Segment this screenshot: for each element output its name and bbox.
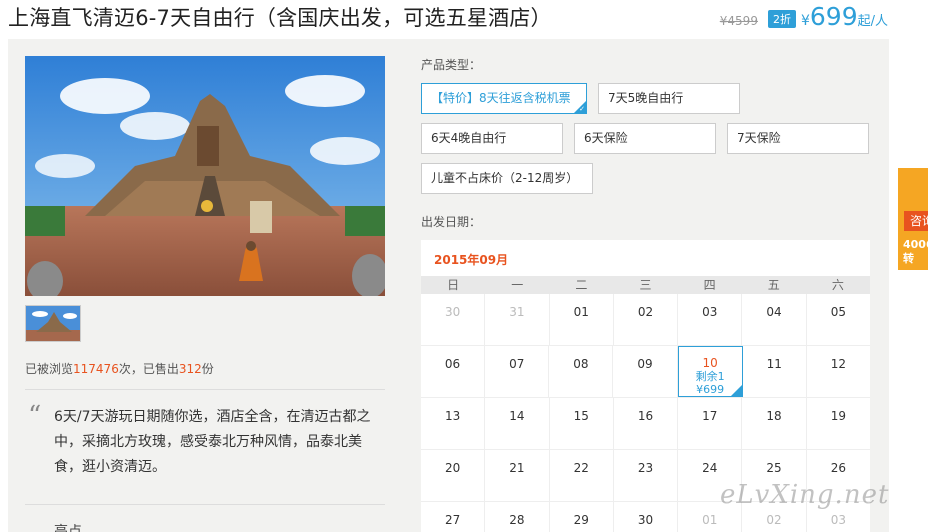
weekday-header: 日 一 二 三 四 五 六 — [421, 276, 870, 294]
selected-day-number: 10 — [702, 356, 718, 370]
calendar-day: 01 — [550, 294, 614, 345]
weekday-wed: 三 — [639, 278, 652, 292]
calendar-day: 12 — [830, 357, 847, 371]
stats-mid: 次，已售出 — [118, 362, 179, 376]
weekday-mon: 一 — [511, 278, 524, 292]
view-sales-stats: 已被浏览117476次，已售出312份 — [25, 360, 214, 377]
price-unit: 起/人 — [857, 14, 888, 29]
calendar-week: 06 07 08 09 10 剩余1 ¥699 11 12 — [421, 346, 870, 398]
calendar-day: 15 — [550, 398, 614, 449]
thumbnail-image[interactable] — [25, 305, 81, 342]
weekday-sat: 六 — [831, 278, 844, 292]
phone-number: 4006 — [903, 238, 928, 251]
calendar-day: 17 — [678, 398, 743, 449]
remaining-seats: 剩余1 — [695, 370, 725, 383]
divider — [25, 389, 385, 390]
highlights-heading: 亮点 — [54, 524, 82, 532]
view-count: 117476 — [73, 362, 119, 376]
currency-symbol: ¥ — [800, 13, 810, 29]
calendar-day: 20 — [421, 450, 486, 501]
product-option-7d5n[interactable]: 7天5晚自由行 — [598, 83, 740, 114]
calendar-day: 30 — [614, 502, 679, 532]
option-label: 【特价】8天往返含税机票 — [431, 91, 571, 105]
calendar-day: 19 — [830, 409, 846, 423]
calendar-month: 2015年09月 — [434, 253, 509, 267]
calendar-day: 14 — [485, 398, 550, 449]
calendar-day: 13 — [421, 398, 486, 449]
original-price: ¥4599 — [719, 14, 758, 28]
product-option-special-flight[interactable]: 【特价】8天往返含税机票 ✓ — [421, 83, 587, 114]
product-description: 6天/7天游玩日期随你选，酒店全含，在清迈古都之中，采摘北方玫瑰，感受泰北万种风… — [54, 409, 371, 475]
price-box: ¥4599 2折 ¥ 699 起/人 — [720, 2, 888, 31]
stats-prefix: 已被浏览 — [25, 362, 74, 376]
consult-button[interactable]: 咨询 — [904, 211, 928, 231]
weekday-sun: 日 — [447, 278, 460, 292]
calendar-day: 07 — [485, 346, 550, 397]
quote-icon: “ — [28, 401, 42, 431]
discount-badge: 2折 — [767, 10, 796, 28]
stats-suffix: 份 — [201, 362, 214, 376]
calendar-day: 06 — [421, 346, 486, 397]
phone-ext: 转 — [903, 252, 914, 265]
calendar-day: 22 — [550, 450, 614, 501]
calendar-day-selected[interactable]: 10 剩余1 ¥699 — [677, 346, 743, 397]
calendar-day: 08 — [549, 346, 614, 397]
calendar-day: 21 — [485, 450, 550, 501]
product-option-child[interactable]: 儿童不占床价（2-12周岁） — [421, 163, 593, 194]
calendar-day: 16 — [614, 398, 679, 449]
weekday-fri: 五 — [767, 278, 780, 292]
day-price: ¥699 — [696, 383, 725, 396]
calendar-day: 04 — [742, 294, 807, 345]
product-option-6d4n[interactable]: 6天4晚自由行 — [421, 123, 563, 154]
sold-count: 312 — [178, 362, 202, 376]
site-watermark: eLvXing.net — [720, 480, 890, 510]
calendar-day: 28 — [485, 502, 550, 532]
weekday-tue: 二 — [575, 278, 588, 292]
departure-date-label: 出发日期： — [421, 215, 482, 229]
product-panel: 已被浏览117476次，已售出312份 “ 6天/7天游玩日期随你选，酒店全含，… — [8, 39, 889, 532]
calendar-day: 31 — [485, 294, 550, 345]
check-icon: ✓ — [579, 105, 585, 113]
hero-image[interactable] — [25, 56, 385, 296]
product-type-label: 产品类型： — [421, 58, 482, 72]
calendar-day: 09 — [613, 346, 678, 397]
page-title: 上海直飞清迈6-7天自由行（含国庆出发，可选五星酒店） — [8, 6, 552, 30]
calendar-day: 23 — [614, 450, 679, 501]
calendar-day: 27 — [421, 502, 486, 532]
calendar-day: 18 — [742, 398, 807, 449]
divider — [25, 504, 385, 505]
calendar-day: 30 — [421, 294, 486, 345]
calendar-day: 02 — [614, 294, 679, 345]
product-option-6d-insurance[interactable]: 6天保险 — [574, 123, 716, 154]
weekday-thu: 四 — [703, 278, 716, 292]
product-option-7d-insurance[interactable]: 7天保险 — [727, 123, 869, 154]
calendar-week: 30 31 01 02 03 04 05 — [421, 294, 870, 346]
calendar-day: 11 — [743, 346, 807, 397]
current-price: 699 — [809, 2, 858, 31]
calendar-day: 05 — [830, 305, 846, 319]
calendar-week: 13 14 15 16 17 18 19 — [421, 398, 870, 450]
calendar-day: 29 — [550, 502, 614, 532]
consult-phone: 4006 转 — [903, 238, 928, 266]
calendar-day: 03 — [678, 294, 743, 345]
